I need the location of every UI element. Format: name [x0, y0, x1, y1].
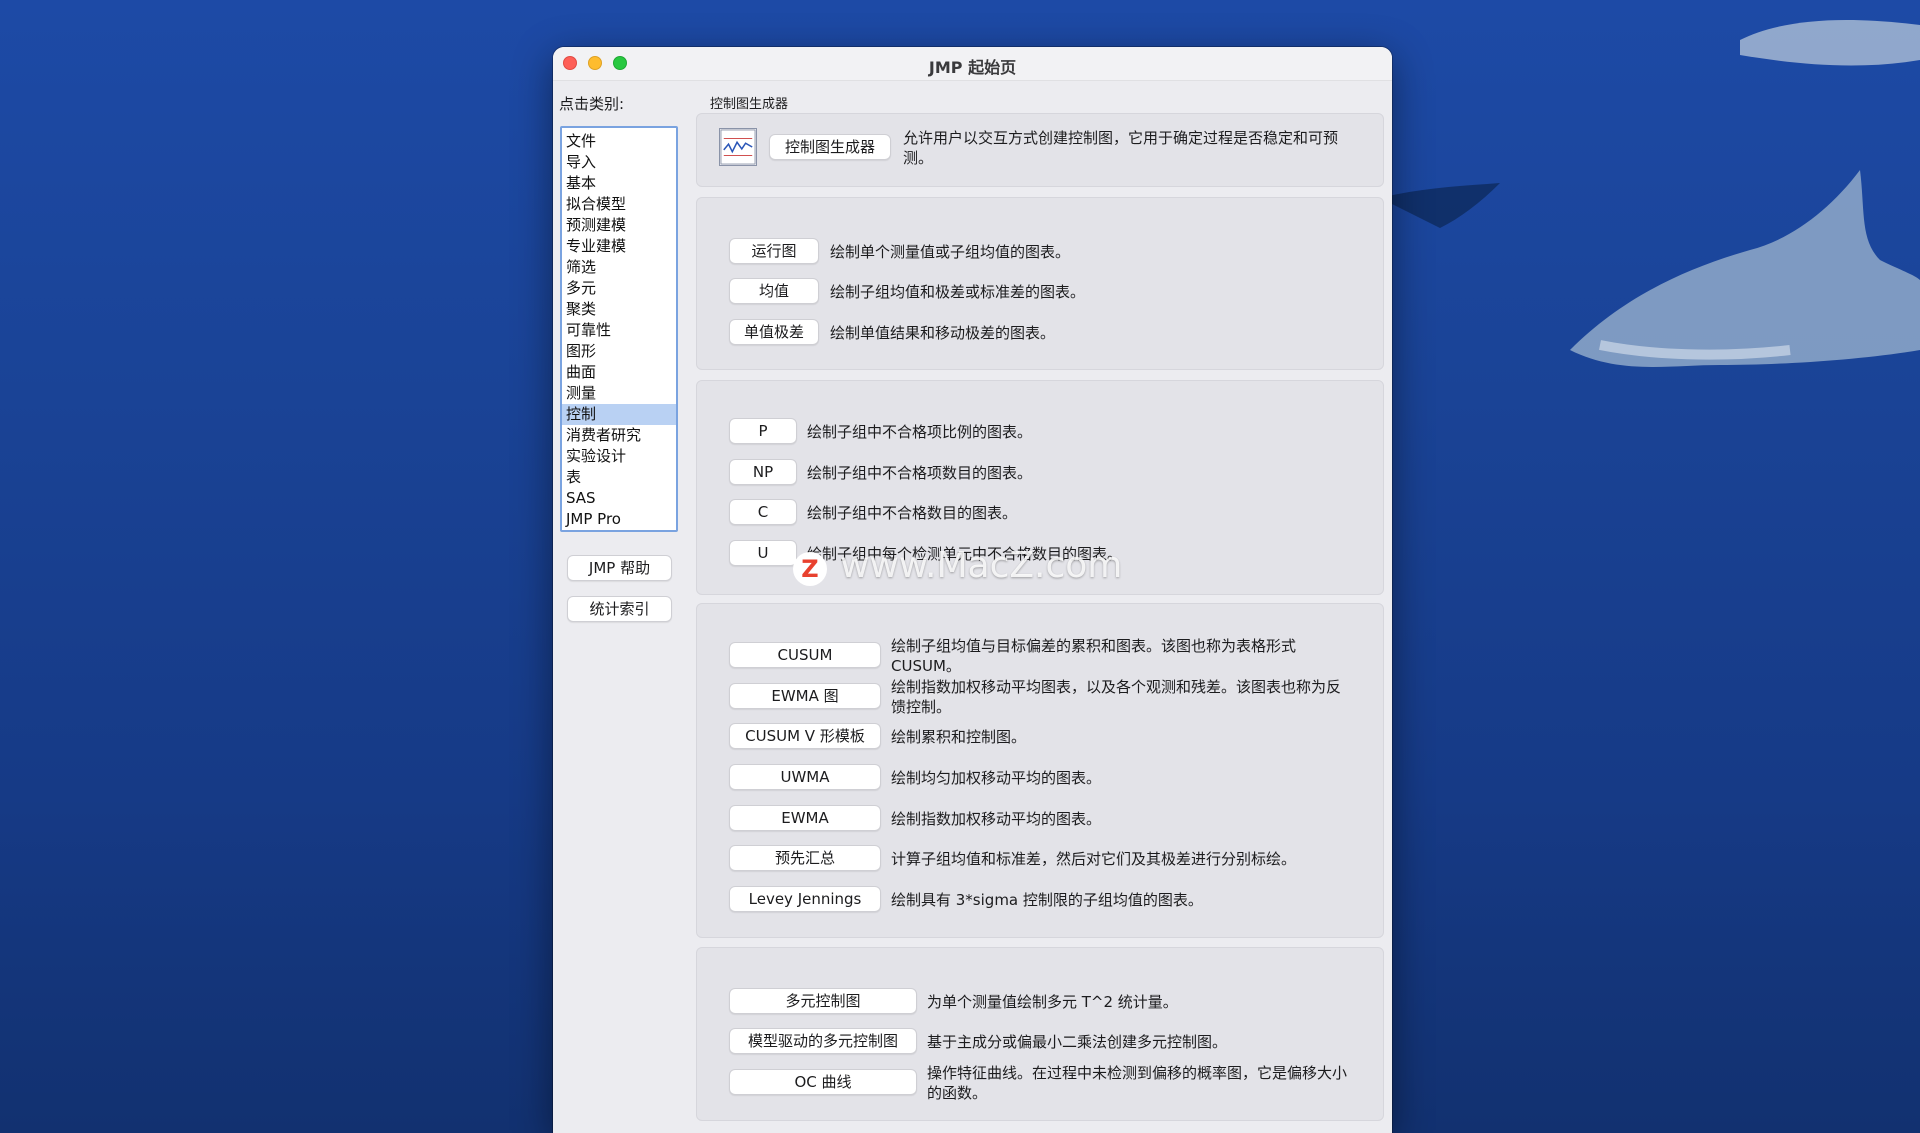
multivariate-control-chart-button[interactable]: 多元控制图 — [729, 988, 917, 1014]
oc-curve-button[interactable]: OC 曲线 — [729, 1069, 917, 1095]
cusum-button[interactable]: CUSUM — [729, 642, 881, 668]
category-item[interactable]: 基本 — [562, 173, 676, 194]
np-chart-desc: 绘制子组中不合格项数目的图表。 — [807, 464, 1033, 482]
uwma-button[interactable]: UWMA — [729, 764, 881, 790]
dolphin-image — [1570, 170, 1920, 367]
window-title: JMP 起始页 — [928, 58, 1017, 77]
control-chart-icon — [719, 128, 757, 166]
oc-curve-desc: 操作特征曲线。在过程中未检测到偏移的概率图，它是偏移大小的函数。 — [927, 1064, 1348, 1102]
xbar-chart-button[interactable]: 均值 — [729, 278, 819, 304]
xbar-chart-desc: 绘制子组均值和极差或标准差的图表。 — [830, 283, 1086, 301]
ir-chart-desc: 绘制单值结果和移动极差的图表。 — [830, 324, 1056, 342]
builder-panel: 控制图生成器 允许用户以交互方式创建控制图，它用于确定过程是否稳定和可预测。 — [696, 113, 1384, 187]
fin-image — [1380, 183, 1500, 228]
multivariate-charts-panel: 多元控制图 为单个测量值绘制多元 T^2 统计量。 模型驱动的多元控制图 基于主… — [696, 947, 1384, 1121]
jmp-start-window: JMP 起始页 点击类别: 文件 导入 基本 拟合模型 预测建模 专业建模 筛选… — [553, 47, 1392, 1133]
cusum-v-mask-button[interactable]: CUSUM V 形模板 — [729, 723, 881, 749]
category-item[interactable]: 多元 — [562, 278, 676, 299]
p-chart-button[interactable]: P — [729, 418, 797, 444]
control-chart-builder-desc: 允许用户以交互方式创建控制图，它用于确定过程是否稳定和可预测。 — [903, 129, 1339, 167]
cusum-desc: 绘制子组均值与目标偏差的累积和图表。该图也称为表格形式CUSUM。 — [891, 637, 1297, 675]
category-label: 点击类别: — [559, 95, 625, 113]
category-item[interactable]: 消费者研究 — [562, 425, 676, 446]
multivariate-control-chart-desc: 为单个测量值绘制多元 T^2 统计量。 — [927, 993, 1178, 1011]
category-item[interactable]: 筛选 — [562, 257, 676, 278]
time-weighted-charts-panel: CUSUM 绘制子组均值与目标偏差的累积和图表。该图也称为表格形式CUSUM。 … — [696, 603, 1384, 938]
c-chart-desc: 绘制子组中不合格数目的图表。 — [807, 504, 1018, 522]
category-item-selected[interactable]: 控制 — [562, 404, 676, 425]
model-driven-mv-chart-button[interactable]: 模型驱动的多元控制图 — [729, 1028, 917, 1054]
ewma-desc: 绘制指数加权移动平均的图表。 — [891, 810, 1102, 828]
presummarize-desc: 计算子组均值和标准差，然后对它们及其极差进行分别标绘。 — [891, 850, 1297, 868]
dolphin-image — [1740, 20, 1920, 66]
category-item[interactable]: 拟合模型 — [562, 194, 676, 215]
statistics-index-button[interactable]: 统计索引 — [567, 596, 672, 622]
jmp-help-button[interactable]: JMP 帮助 — [567, 555, 672, 581]
model-driven-mv-chart-desc: 基于主成分或偏最小二乘法创建多元控制图。 — [927, 1033, 1228, 1051]
category-item[interactable]: 图形 — [562, 341, 676, 362]
variable-charts-panel: 运行图 绘制单个测量值或子组均值的图表。 均值 绘制子组均值和极差或标准差的图表… — [696, 197, 1384, 370]
uwma-desc: 绘制均匀加权移动平均的图表。 — [891, 769, 1102, 787]
levey-jennings-button[interactable]: Levey Jennings — [729, 886, 881, 912]
c-chart-button[interactable]: C — [729, 499, 797, 525]
u-chart-button[interactable]: U — [729, 540, 797, 566]
presummarize-button[interactable]: 预先汇总 — [729, 845, 881, 871]
levey-jennings-desc: 绘制具有 3*sigma 控制限的子组均值的图表。 — [891, 891, 1203, 909]
ewma-chart-desc: 绘制指数加权移动平均图表，以及各个观测和残差。该图表也称为反馈控制。 — [891, 678, 1342, 716]
category-item[interactable]: 曲面 — [562, 362, 676, 383]
category-item[interactable]: 测量 — [562, 383, 676, 404]
control-chart-builder-button[interactable]: 控制图生成器 — [769, 134, 891, 160]
category-item[interactable]: 导入 — [562, 152, 676, 173]
section-title: 控制图生成器 — [710, 97, 789, 112]
category-item[interactable]: 专业建模 — [562, 236, 676, 257]
cusum-v-mask-desc: 绘制累积和控制图。 — [891, 728, 1027, 746]
category-item[interactable]: 聚类 — [562, 299, 676, 320]
ir-chart-button[interactable]: 单值极差 — [729, 319, 819, 345]
run-chart-button[interactable]: 运行图 — [729, 238, 819, 264]
category-item[interactable]: SAS — [562, 488, 676, 509]
category-item[interactable]: 文件 — [562, 131, 676, 152]
watermark-text: www.MacZ.com — [840, 545, 1123, 586]
np-chart-button[interactable]: NP — [729, 459, 797, 485]
ewma-button[interactable]: EWMA — [729, 805, 881, 831]
category-item[interactable]: 可靠性 — [562, 320, 676, 341]
category-item[interactable]: 表 — [562, 467, 676, 488]
title-bar: JMP 起始页 — [553, 47, 1392, 81]
category-item[interactable]: 预测建模 — [562, 215, 676, 236]
category-list[interactable]: 文件 导入 基本 拟合模型 预测建模 专业建模 筛选 多元 聚类 可靠性 图形 … — [560, 126, 678, 532]
category-item[interactable]: JMP Pro — [562, 509, 676, 530]
run-chart-desc: 绘制单个测量值或子组均值的图表。 — [830, 243, 1071, 261]
category-item[interactable]: 实验设计 — [562, 446, 676, 467]
watermark-logo: Z — [793, 552, 827, 586]
p-chart-desc: 绘制子组中不合格项比例的图表。 — [807, 423, 1033, 441]
ewma-chart-button[interactable]: EWMA 图 — [729, 683, 881, 709]
